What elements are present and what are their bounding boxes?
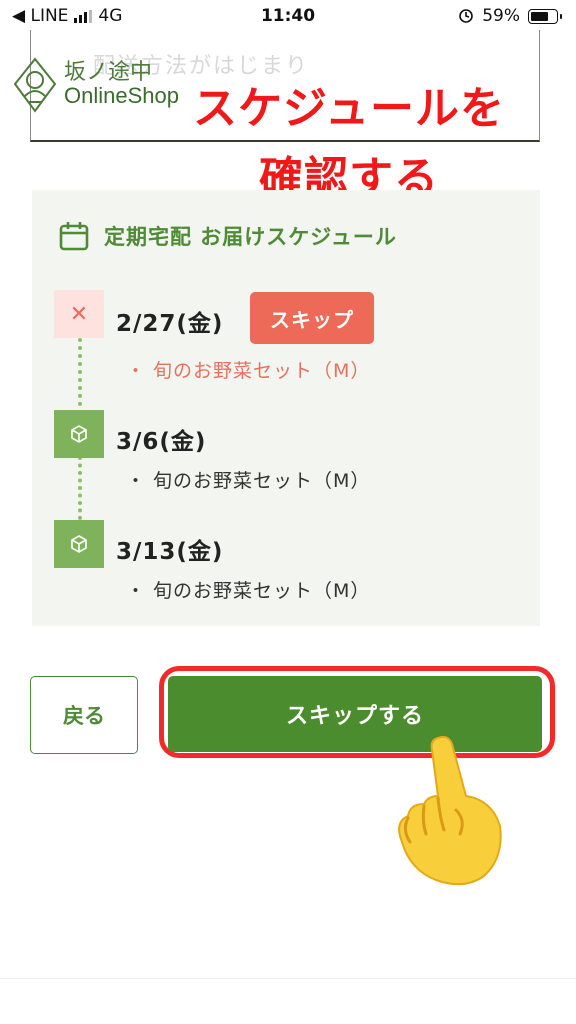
- alarm-lock-icon: [459, 9, 474, 23]
- delivery-date: 3/13(金): [116, 539, 224, 565]
- delivery-date: 3/6(金): [116, 429, 207, 455]
- delivery-item: ・ 旬のお野菜セット（M）: [126, 470, 371, 492]
- back-button[interactable]: 戻る: [30, 676, 138, 754]
- shop-logo[interactable]: 坂ノ途中 OnlineShop: [12, 56, 179, 114]
- skipped-marker: ✕: [54, 290, 104, 338]
- status-right: 59%: [458, 6, 562, 26]
- package-icon: [71, 535, 87, 553]
- status-bar: ◀ LINE 4G 11:40 59%: [0, 0, 576, 32]
- bottom-divider: [0, 978, 576, 979]
- logo-emblem-icon: [13, 57, 57, 113]
- logo-text: 坂ノ途中 OnlineShop: [64, 59, 179, 108]
- logo-title: 坂ノ途中: [64, 59, 153, 85]
- delivery-item: ・ 旬のお野菜セット（M）: [126, 580, 371, 602]
- schedule-title: 定期宅配 お届けスケジュール: [104, 225, 397, 249]
- pointing-hand-icon: [398, 735, 502, 886]
- calendar-icon: [59, 222, 89, 251]
- delivery-item: ・ 旬のお野菜セット（M）: [126, 360, 371, 382]
- battery-icon: [528, 8, 562, 24]
- annotation-line-1: スケジュールを: [193, 83, 505, 134]
- close-icon: ✕: [69, 301, 89, 327]
- delivery-marker: [54, 520, 104, 568]
- schedule-header: 定期宅配 お届けスケジュール: [58, 220, 397, 252]
- delivery-schedule-panel: 定期宅配 お届けスケジュール ✕ 2/27(金) スキップ ・ 旬のお野菜セット…: [32, 190, 540, 626]
- package-icon: [71, 425, 87, 443]
- delivery-marker: [54, 410, 104, 458]
- logo-subtitle: OnlineShop: [64, 82, 179, 108]
- delivery-date: 2/27(金): [116, 311, 224, 337]
- battery-percent: 59%: [482, 6, 520, 26]
- skip-badge: スキップ: [250, 292, 374, 344]
- timeline-connector: [78, 456, 82, 520]
